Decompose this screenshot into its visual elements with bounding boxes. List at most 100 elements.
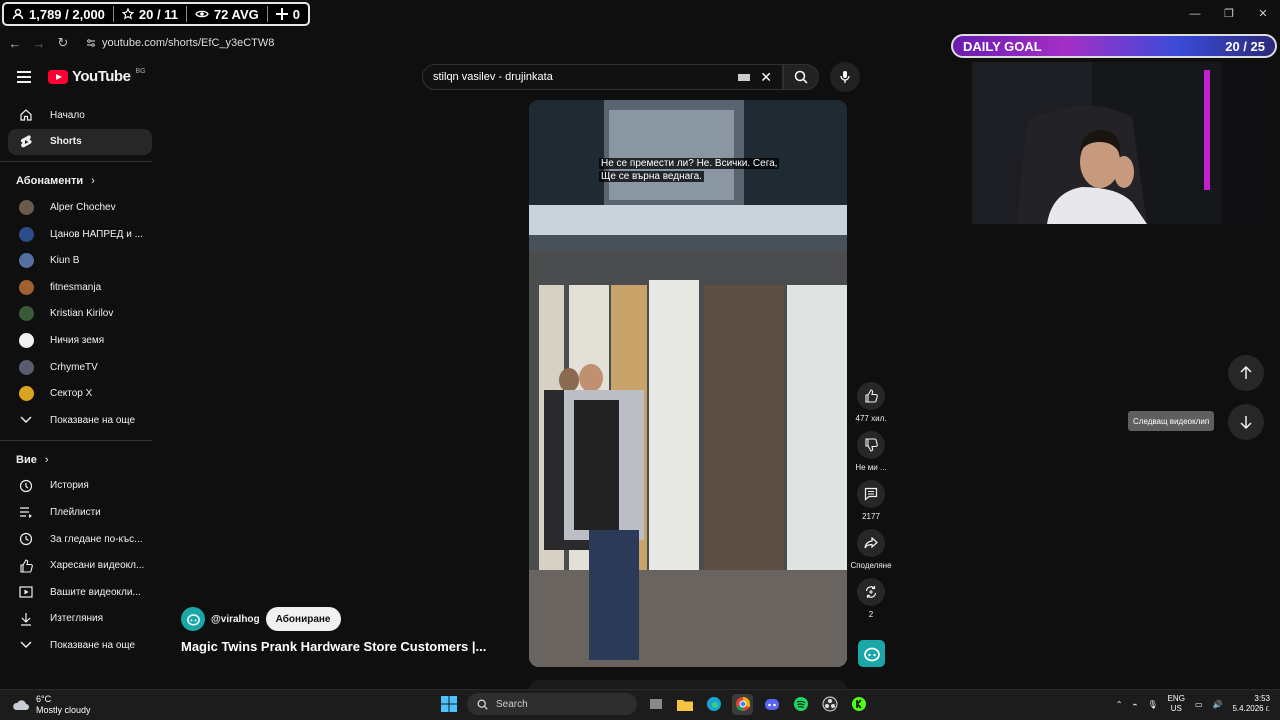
weather-widget[interactable]: 6°C Mostly cloudy xyxy=(12,694,91,716)
clear-search-icon[interactable]: ✕ xyxy=(760,69,772,86)
spotify-icon[interactable] xyxy=(790,694,811,715)
cloud-icon xyxy=(13,700,29,710)
dislike-label: Не ми ... xyxy=(855,463,887,472)
chevron-up-icon[interactable]: ⌃ xyxy=(1116,700,1123,709)
video-frame xyxy=(529,100,847,667)
task-view-icon[interactable] xyxy=(645,694,666,715)
windows-start-icon[interactable] xyxy=(438,694,459,715)
reload-icon[interactable]: ↻ xyxy=(56,35,70,51)
display-icon[interactable]: ▭ xyxy=(1195,700,1203,709)
window-controls: — ❐ ✕ xyxy=(1178,0,1280,28)
sidebar-item-subscription[interactable]: fitnesmanja xyxy=(8,274,152,301)
viralhog-logo-icon xyxy=(863,647,880,661)
show-more-you[interactable]: Показване на още xyxy=(8,632,152,659)
youtube-logo[interactable]: YouTube BG xyxy=(48,68,146,85)
sidebar-item-subscription[interactable]: Kiun B xyxy=(8,247,152,274)
sidebar: Начало Shorts Абонаменти › Alper Chochev… xyxy=(0,102,160,659)
microphone-icon xyxy=(840,71,850,83)
you-section-header[interactable]: Вие › xyxy=(0,447,160,473)
sidebar-item-shorts[interactable]: Shorts xyxy=(8,128,152,156)
share-button[interactable] xyxy=(857,529,885,557)
video-title[interactable]: Magic Twins Prank Hardware Store Custome… xyxy=(181,639,486,654)
mic-tray-icon[interactable]: 🎙 xyxy=(1147,700,1157,709)
share-action: Споделяне xyxy=(846,529,896,570)
back-icon[interactable]: ← xyxy=(8,36,22,51)
sidebar-item-subscription[interactable]: CrhymeTV xyxy=(8,354,152,381)
address-bar[interactable]: youtube.com/shorts/EfC_y3eCTW8 xyxy=(86,37,274,49)
previous-video-button[interactable] xyxy=(1228,355,1264,391)
next-video-button[interactable] xyxy=(1228,404,1264,440)
site-info-icon[interactable] xyxy=(86,38,96,48)
channel-thumbnail[interactable] xyxy=(858,640,885,667)
subscriptions-header[interactable]: Абонаменти › xyxy=(0,168,160,194)
search-icon xyxy=(794,70,808,84)
sidebar-item-playlists[interactable]: Плейлисти xyxy=(8,499,152,526)
subs-value: 20 / 11 xyxy=(138,6,178,22)
subscribe-button[interactable]: Абониране xyxy=(265,607,341,631)
shorts-icon xyxy=(18,134,34,150)
sidebar-item-subscription[interactable]: Alper Chochev xyxy=(8,194,152,221)
clock-icon xyxy=(18,531,34,547)
shorts-actions: 477 хил. Не ми ... 2177 Споделяне 2 xyxy=(846,382,896,627)
sidebar-item-history[interactable]: История xyxy=(8,473,152,500)
sidebar-item-subscription[interactable]: Цанов НАПРЕД и ... xyxy=(8,221,152,248)
restore-icon[interactable]: ❐ xyxy=(1212,0,1246,28)
clock[interactable]: 3:53 5.4.2026 г. xyxy=(1232,694,1270,714)
search-input[interactable]: stilqn vasilev - drujinkata ✕ xyxy=(422,64,783,90)
edge-icon[interactable] xyxy=(703,694,724,715)
thumbs-down-icon xyxy=(865,438,878,452)
sidebar-item-label: fitnesmanja xyxy=(50,281,102,293)
arrow-down-icon xyxy=(1240,416,1252,429)
shorts-video-player[interactable]: Не се премести ли? Не. Всички. Сега, Ще … xyxy=(529,100,847,667)
menu-icon[interactable] xyxy=(17,71,31,83)
remix-action: 2 xyxy=(846,578,896,619)
remix-button[interactable] xyxy=(857,578,885,606)
like-button[interactable] xyxy=(857,382,885,410)
sidebar-item-subscription[interactable]: Сектор X xyxy=(8,380,152,407)
sidebar-item-subscription[interactable]: Ничия земя xyxy=(8,327,152,354)
sidebar-item-subscription[interactable]: Kristian Kirilov xyxy=(8,301,152,328)
subs-stat: 20 / 11 xyxy=(121,6,178,22)
voice-search-button[interactable] xyxy=(830,62,860,92)
sidebar-item-watch-later[interactable]: За гледане по-къс... xyxy=(8,526,152,553)
discord-icon[interactable] xyxy=(761,694,782,715)
keyboard-icon[interactable] xyxy=(738,73,751,81)
sidebar-item-your-videos[interactable]: Вашите видеокли... xyxy=(8,579,152,606)
search-icon xyxy=(477,699,488,710)
sidebar-item-label: CrhymeTV xyxy=(50,361,98,373)
minimize-icon[interactable]: — xyxy=(1178,0,1212,28)
obs-icon[interactable] xyxy=(819,694,840,715)
share-label: Споделяне xyxy=(850,561,892,570)
arrow-up-icon xyxy=(1240,366,1252,379)
caption-line: Не се премести ли? Не. Всички. Сега, xyxy=(599,158,780,169)
channel-handle[interactable]: @viralhog xyxy=(211,614,260,625)
thumbs-up-icon xyxy=(865,389,878,403)
like-count: 477 хил. xyxy=(855,414,887,423)
volume-icon[interactable]: 🔊 xyxy=(1213,700,1223,709)
comments-button[interactable] xyxy=(857,480,885,508)
sidebar-item-liked[interactable]: Харесани видеокл... xyxy=(8,552,152,579)
sidebar-item-downloads[interactable]: Изтегляния xyxy=(8,606,152,633)
close-window-icon[interactable]: ✕ xyxy=(1246,0,1280,28)
streaming-app-icon[interactable] xyxy=(848,694,869,715)
forward-icon[interactable]: → xyxy=(32,36,46,51)
youtube-header: YouTube BG stilqn vasilev - drujinkata ✕ xyxy=(0,58,950,98)
chrome-icon[interactable] xyxy=(732,693,753,715)
show-more-subscriptions[interactable]: Показване на още xyxy=(8,407,152,434)
channel-avatar[interactable] xyxy=(181,607,205,631)
taskbar-search[interactable]: Search xyxy=(467,693,637,715)
comment-count: 2177 xyxy=(862,512,880,521)
sidebar-item-home[interactable]: Начало xyxy=(8,102,152,129)
temperature: 6°C xyxy=(36,694,52,704)
dislike-button[interactable] xyxy=(857,431,885,459)
language-indicator[interactable]: ENG US xyxy=(1168,694,1185,714)
sidebar-item-label: Вашите видеокли... xyxy=(50,586,141,598)
sidebar-item-label: Плейлисти xyxy=(50,506,101,518)
remix-icon xyxy=(865,586,877,598)
file-explorer-icon[interactable] xyxy=(674,694,695,715)
search-button[interactable] xyxy=(783,64,819,90)
extra-stat: 0 xyxy=(275,7,300,22)
sidebar-item-label: Изтегляния xyxy=(50,613,104,625)
channel-avatar xyxy=(18,279,34,295)
network-icon[interactable]: ⌁ xyxy=(1133,700,1138,709)
